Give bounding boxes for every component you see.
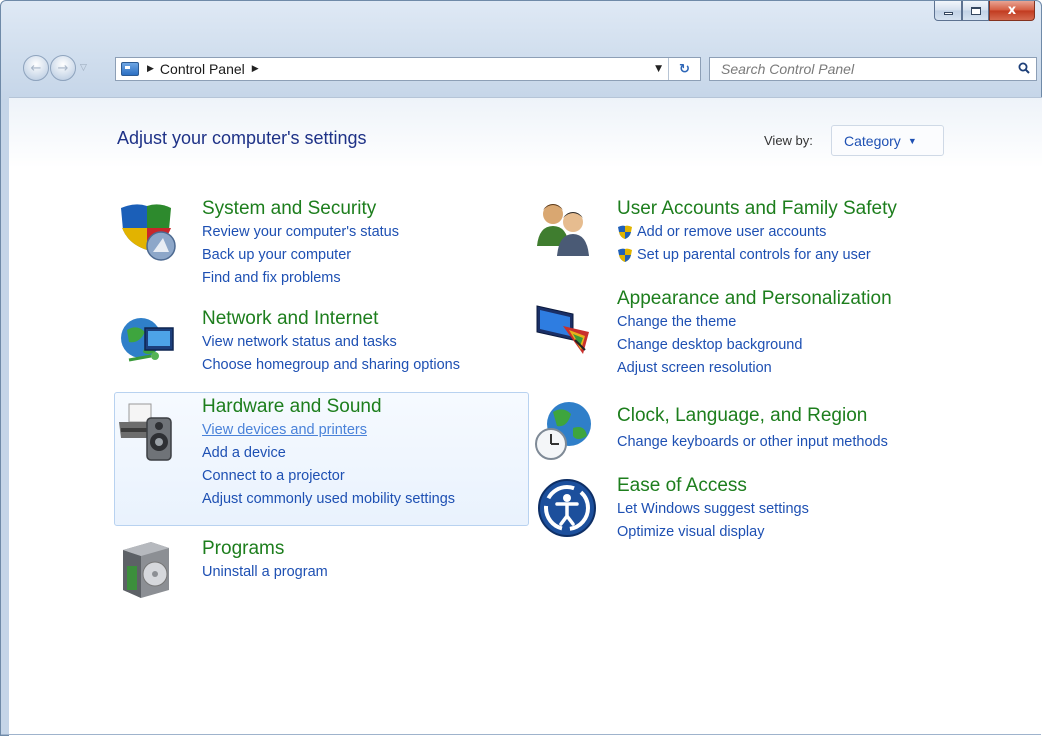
link-keyboards[interactable]: Change keyboards or other input methods <box>617 431 888 454</box>
maximize-button[interactable] <box>962 1 989 21</box>
monitor-palette-icon <box>536 305 589 354</box>
link-devices-printers[interactable]: View devices and printers <box>202 419 455 442</box>
category-title[interactable]: Clock, Language, and Region <box>617 404 888 428</box>
category-clock-language: Clock, Language, and Region Change keybo… <box>617 404 888 454</box>
title-bar[interactable]: x <box>1 1 1041 43</box>
address-bar[interactable]: ▶ Control Panel ▶ ▼ ↻ <box>115 57 701 81</box>
link-back-up[interactable]: Back up your computer <box>202 244 399 267</box>
caption-buttons: x <box>934 1 1035 21</box>
page-title: Adjust your computer's settings <box>117 128 367 148</box>
category-programs: Programs Uninstall a program <box>202 537 328 584</box>
uac-shield-icon <box>618 248 632 262</box>
category-title[interactable]: Hardware and Sound <box>202 395 455 419</box>
search-input[interactable]: Search Control Panel <box>721 61 854 77</box>
minimize-icon <box>943 12 953 15</box>
link-find-fix[interactable]: Find and fix problems <box>202 267 399 290</box>
breadcrumb-arrow-icon[interactable]: ▶ <box>147 64 154 74</box>
users-icon <box>537 204 589 256</box>
recent-pages-dropdown[interactable]: ▽ <box>80 63 87 73</box>
printer-speaker-icon <box>119 403 172 461</box>
shield-icon <box>121 204 176 261</box>
link-network-status[interactable]: View network status and tasks <box>202 331 460 354</box>
navigation-bar: ← → ▽ ▶ Control Panel ▶ ▼ ↻ Search Contr… <box>1 49 1041 85</box>
category-ease-of-access: Ease of Access Let Windows suggest setti… <box>617 474 809 544</box>
close-icon: x <box>1007 3 1017 18</box>
content-pane: Adjust your computer's settings View by:… <box>9 97 1042 736</box>
search-box[interactable]: Search Control Panel <box>709 57 1037 81</box>
link-screen-resolution[interactable]: Adjust screen resolution <box>617 357 892 380</box>
link-add-remove-accounts[interactable]: Add or remove user accounts <box>617 221 897 244</box>
forward-button[interactable]: → <box>50 55 76 81</box>
link-mobility-settings[interactable]: Adjust commonly used mobility settings <box>202 488 455 511</box>
globe-clock-icon <box>535 402 591 460</box>
back-button[interactable]: ← <box>23 55 49 81</box>
view-by-value: Category <box>844 132 901 149</box>
search-icon[interactable] <box>1018 62 1030 74</box>
breadcrumb-control-panel[interactable]: Control Panel <box>160 61 245 77</box>
control-panel-window: x ← → ▽ ▶ Control Panel ▶ ▼ ↻ Search Con… <box>0 0 1042 736</box>
category-appearance: Appearance and Personalization Change th… <box>617 287 892 380</box>
category-user-accounts: User Accounts and Family Safety Add or r… <box>617 197 897 267</box>
category-network-internet: Network and Internet View network status… <box>202 307 460 377</box>
window-bottom-border <box>1 734 1041 735</box>
link-desktop-background[interactable]: Change desktop background <box>617 334 892 357</box>
category-hardware-sound: Hardware and Sound View devices and prin… <box>202 395 455 511</box>
link-change-theme[interactable]: Change the theme <box>617 311 892 334</box>
breadcrumb-chevron-icon[interactable]: ▶ <box>252 64 259 74</box>
link-label: Add or remove user accounts <box>637 224 827 240</box>
link-windows-suggest[interactable]: Let Windows suggest settings <box>617 498 809 521</box>
programs-box-icon <box>123 542 169 598</box>
uac-shield-icon <box>618 225 632 239</box>
category-title[interactable]: System and Security <box>202 197 399 221</box>
close-button[interactable]: x <box>989 1 1035 21</box>
control-panel-icon <box>121 62 139 76</box>
view-by-dropdown[interactable]: Category ▼ <box>831 125 944 156</box>
category-title[interactable]: User Accounts and Family Safety <box>617 197 897 221</box>
category-title[interactable]: Programs <box>202 537 328 561</box>
refresh-button[interactable]: ↻ <box>668 58 700 80</box>
link-label: Set up parental controls for any user <box>637 247 871 263</box>
category-system-security: System and Security Review your computer… <box>202 197 399 290</box>
view-by-label: View by: <box>764 133 813 148</box>
link-review-status[interactable]: Review your computer's status <box>202 221 399 244</box>
chevron-down-icon: ▼ <box>907 135 917 146</box>
network-globe-icon <box>121 318 174 362</box>
link-parental-controls[interactable]: Set up parental controls for any user <box>617 244 897 267</box>
link-optimize-display[interactable]: Optimize visual display <box>617 521 809 544</box>
link-add-device[interactable]: Add a device <box>202 442 455 465</box>
category-title[interactable]: Appearance and Personalization <box>617 287 892 311</box>
link-homegroup[interactable]: Choose homegroup and sharing options <box>202 354 460 377</box>
maximize-icon <box>970 6 981 15</box>
back-arrow-icon: ← <box>30 60 42 76</box>
category-title[interactable]: Network and Internet <box>202 307 460 331</box>
address-dropdown-icon[interactable]: ▼ <box>655 64 662 74</box>
category-title[interactable]: Ease of Access <box>617 474 809 498</box>
link-projector[interactable]: Connect to a projector <box>202 465 455 488</box>
ease-of-access-icon <box>538 479 596 537</box>
minimize-button[interactable] <box>934 1 962 21</box>
link-uninstall-program[interactable]: Uninstall a program <box>202 561 328 584</box>
forward-arrow-icon: → <box>57 60 69 76</box>
